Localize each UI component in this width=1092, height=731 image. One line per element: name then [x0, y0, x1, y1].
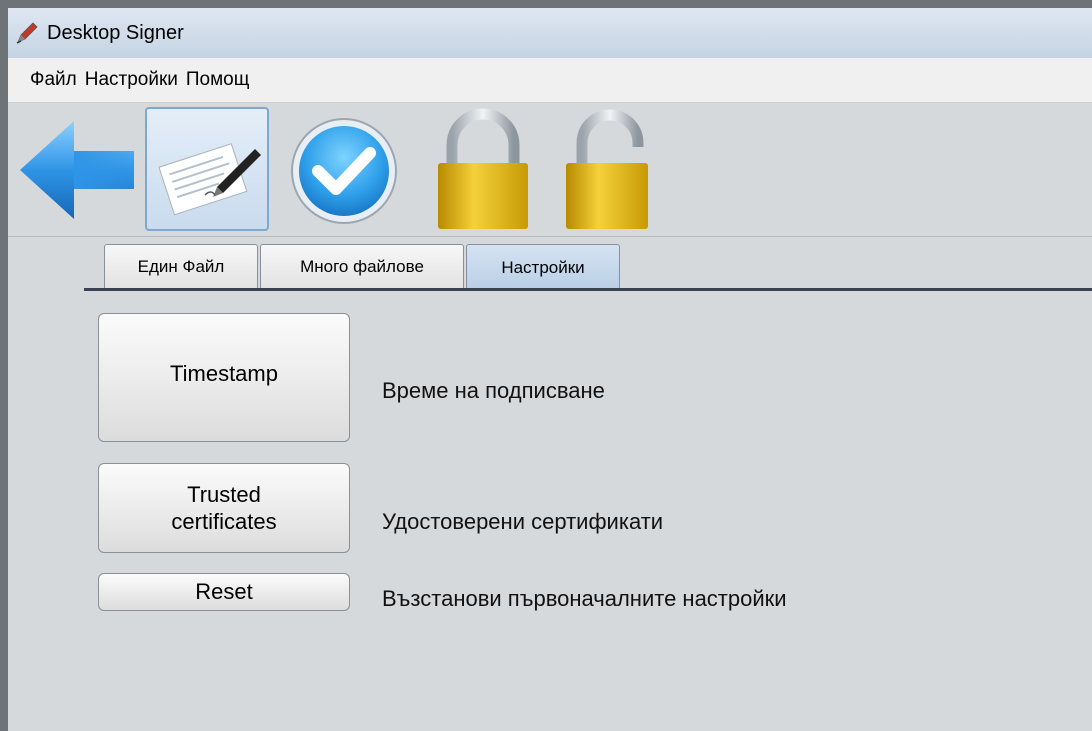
menu-help[interactable]: Помощ: [182, 69, 254, 91]
settings-panel: Timestamp Време на подписване Trusted ce…: [0, 292, 1092, 731]
trusted-label-line1: Trusted: [187, 481, 261, 507]
trusted-certificates-description: Удостоверени сертификати: [382, 509, 664, 534]
back-button[interactable]: [16, 117, 136, 223]
checkmark-circle-icon: [291, 118, 397, 224]
tab-bar: Един Файл Много файлове Настройки: [84, 244, 1092, 292]
unlock-button[interactable]: [556, 107, 666, 231]
timestamp-button[interactable]: Timestamp: [98, 313, 350, 442]
trusted-certificates-label: Trusted certificates: [171, 481, 276, 536]
trusted-label-line2: certificates: [171, 509, 277, 534]
title-bar: Desktop Signer: [8, 8, 1092, 58]
window-frame-top: [0, 0, 1092, 8]
verify-button[interactable]: [284, 109, 408, 233]
lock-button[interactable]: [428, 107, 538, 231]
trusted-certificates-button[interactable]: Trusted certificates: [98, 463, 350, 553]
toolbar: [8, 103, 1092, 237]
menu-settings[interactable]: Настройки: [81, 69, 182, 91]
reset-description: Възстанови първоначалните настройки: [382, 586, 787, 611]
sign-button[interactable]: [145, 107, 269, 231]
reset-button[interactable]: Reset: [98, 573, 350, 611]
menu-file[interactable]: Файл: [26, 69, 81, 91]
tab-single-file[interactable]: Един Файл: [104, 244, 258, 288]
arrow-left-icon: [20, 121, 134, 219]
menu-bar: Файл Настройки Помощ: [8, 58, 1092, 103]
tab-many-files[interactable]: Много файлове: [260, 244, 464, 288]
tab-baseline: [84, 288, 1092, 291]
window-title: Desktop Signer: [47, 21, 184, 44]
pen-icon: [16, 22, 38, 44]
lock-open-icon: [566, 109, 648, 229]
lock-closed-icon: [438, 108, 528, 229]
tab-settings[interactable]: Настройки: [466, 244, 620, 290]
timestamp-description: Време на подписване: [382, 378, 605, 403]
document-sign-icon: [158, 143, 261, 216]
